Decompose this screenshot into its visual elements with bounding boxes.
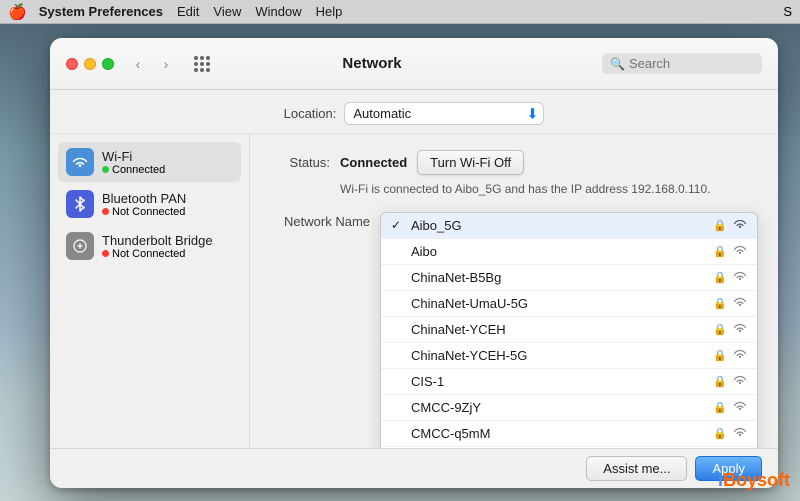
- status-row: Status: Connected Turn Wi-Fi Off: [270, 150, 758, 175]
- wifi-signal-icon-1: [733, 244, 747, 259]
- location-bar: Location: Automatic ⬇: [50, 90, 778, 134]
- lock-icon-1: 🔒: [713, 245, 727, 258]
- network-item-chinanet-yceh[interactable]: ChinaNet-YCEH 🔒: [381, 317, 757, 343]
- network-name-5: ChinaNet-YCEH-5G: [411, 348, 707, 363]
- network-name-6: CIS-1: [411, 374, 707, 389]
- right-panel: Status: Connected Turn Wi-Fi Off Wi-Fi i…: [250, 134, 778, 448]
- maximize-button[interactable]: [102, 58, 114, 70]
- sidebar-item-thunderbolt[interactable]: Thunderbolt Bridge Not Connected: [58, 226, 241, 266]
- menu-bar-right-item: S: [783, 4, 792, 19]
- apple-menu[interactable]: 🍎: [8, 3, 27, 21]
- sidebar-item-bluetooth[interactable]: Bluetooth PAN Not Connected: [58, 184, 241, 224]
- bottom-bar: Assist me... Apply: [50, 448, 778, 488]
- wifi-name: Wi-Fi: [102, 149, 165, 164]
- main-layout: Wi-Fi Connected Bluet: [50, 134, 778, 488]
- network-name-7: CMCC-9ZjY: [411, 400, 707, 415]
- wifi-text: Wi-Fi Connected: [102, 149, 165, 176]
- inner-layout: Wi-Fi Connected Bluet: [50, 134, 778, 448]
- search-box[interactable]: 🔍: [602, 53, 762, 74]
- bt-status: Not Connected: [102, 206, 186, 218]
- wifi-signal-icon-0: [733, 218, 747, 233]
- status-value: Connected: [340, 155, 407, 170]
- network-item-chinanet-yceh5g[interactable]: ChinaNet-YCEH-5G 🔒: [381, 343, 757, 369]
- bluetooth-icon: [66, 190, 94, 218]
- wifi-icon: [66, 148, 94, 176]
- network-name-3: ChinaNet-UmaU-5G: [411, 296, 707, 311]
- menu-bar: 🍎 System Preferences Edit View Window He…: [0, 0, 800, 24]
- network-name-label: Network Name: [270, 212, 370, 229]
- window-title: Network: [142, 55, 602, 72]
- bt-name: Bluetooth PAN: [102, 191, 186, 206]
- sidebar-item-wifi[interactable]: Wi-Fi Connected: [58, 142, 241, 182]
- tb-text: Thunderbolt Bridge Not Connected: [102, 233, 213, 260]
- network-row: Network Name ✓ Aibo_5G 🔒: [270, 212, 758, 448]
- network-item-direct-hp[interactable]: DIRECT-b6-HP M227f LaserJet 🔒: [381, 447, 757, 448]
- network-window: ‹ › Network 🔍 Location: Automatic ⬇: [50, 38, 778, 488]
- status-label: Status:: [270, 155, 330, 170]
- tb-status-dot: [102, 250, 109, 257]
- search-icon: 🔍: [610, 57, 625, 71]
- tb-status-text: Not Connected: [112, 248, 185, 260]
- network-name-8: CMCC-q5mM: [411, 426, 707, 441]
- bt-status-text: Not Connected: [112, 206, 185, 218]
- tb-name: Thunderbolt Bridge: [102, 233, 213, 248]
- network-name-4: ChinaNet-YCEH: [411, 322, 707, 337]
- network-name-1: Aibo: [411, 244, 707, 259]
- menu-view[interactable]: View: [213, 4, 241, 19]
- close-button[interactable]: [66, 58, 78, 70]
- network-item-cmccq5mm[interactable]: CMCC-q5mM 🔒: [381, 421, 757, 447]
- bt-text: Bluetooth PAN Not Connected: [102, 191, 186, 218]
- location-label: Location:: [284, 106, 337, 121]
- title-bar: ‹ › Network 🔍: [50, 38, 778, 90]
- minimize-button[interactable]: [84, 58, 96, 70]
- lock-icon-0: 🔒: [713, 219, 727, 232]
- tb-status: Not Connected: [102, 248, 213, 260]
- bt-status-dot: [102, 208, 109, 215]
- network-name-0: Aibo_5G: [411, 218, 707, 233]
- wifi-status-text: Connected: [112, 164, 165, 176]
- check-icon: ✓: [391, 218, 405, 232]
- search-input[interactable]: [629, 56, 749, 71]
- network-item-aibo[interactable]: Aibo 🔒: [381, 239, 757, 265]
- network-item-aibo5g[interactable]: ✓ Aibo_5G 🔒: [381, 213, 757, 239]
- sidebar: Wi-Fi Connected Bluet: [50, 134, 250, 448]
- thunderbolt-icon: [66, 232, 94, 260]
- network-item-chinanet-b5bg[interactable]: ChinaNet-B5Bg 🔒: [381, 265, 757, 291]
- network-item-chinanet-umau5g[interactable]: ChinaNet-UmaU-5G 🔒: [381, 291, 757, 317]
- assist-button[interactable]: Assist me...: [586, 456, 687, 481]
- network-dropdown: ✓ Aibo_5G 🔒 Aibo 🔒: [380, 212, 758, 448]
- watermark: iBoysoft: [718, 470, 790, 491]
- location-select[interactable]: Automatic: [344, 102, 544, 125]
- traffic-lights: [66, 58, 114, 70]
- network-name-2: ChinaNet-B5Bg: [411, 270, 707, 285]
- wifi-status-dot: [102, 166, 109, 173]
- turn-wifi-off-button[interactable]: Turn Wi-Fi Off: [417, 150, 524, 175]
- app-name[interactable]: System Preferences: [39, 4, 163, 19]
- menu-edit[interactable]: Edit: [177, 4, 199, 19]
- network-item-cmcc9zjy[interactable]: CMCC-9ZjY 🔒: [381, 395, 757, 421]
- wifi-status: Connected: [102, 164, 165, 176]
- location-wrapper: Automatic ⬇: [344, 102, 544, 125]
- status-description: Wi-Fi is connected to Aibo_5G and has th…: [340, 181, 758, 198]
- network-item-cis1[interactable]: CIS-1 🔒: [381, 369, 757, 395]
- menu-help[interactable]: Help: [316, 4, 343, 19]
- menu-window[interactable]: Window: [255, 4, 301, 19]
